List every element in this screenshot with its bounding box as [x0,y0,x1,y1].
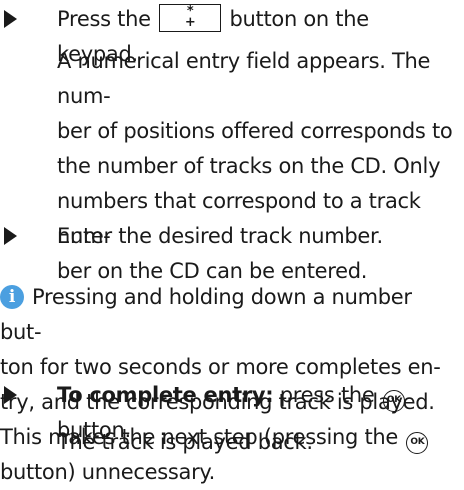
step-bold-label: To complete entry: [57,383,274,407]
bullet-arrow-icon [4,386,17,404]
info-line: Pressing and holding down a number but- [0,285,412,344]
info-line: button) unnecessary. [0,460,215,484]
step-press-key: Press the * + button on the keypad. [0,2,464,66]
paragraph-line: A numerical entry field appears. The num… [57,49,431,108]
bullet-arrow-icon [4,10,17,28]
manual-page: Press the * + button on the keypad. A nu… [0,0,464,484]
ok-button-icon: OK [382,390,405,412]
step-text-before: press the [279,383,375,407]
numerical-entry-description: A numerical entry field appears. The num… [0,44,464,283]
step-complete-entry: To complete entry: press the OK button. [0,378,464,442]
paragraph-text: The track is played back. [57,430,313,454]
step-text-before: Press the [57,7,151,31]
step-enter-track: Enter the desired track number. [0,219,464,254]
key-symbol-bottom: + [184,15,196,30]
paragraph-line: the number of tracks on the CD. Only [57,154,441,178]
result-description: The track is played back. [0,425,464,460]
keypad-star-plus-key-icon: * + [159,4,222,32]
step-text: Enter the desired track number. [57,224,383,248]
paragraph-line: ber of positions offered corresponds to [57,119,453,143]
bullet-arrow-icon [4,227,17,245]
